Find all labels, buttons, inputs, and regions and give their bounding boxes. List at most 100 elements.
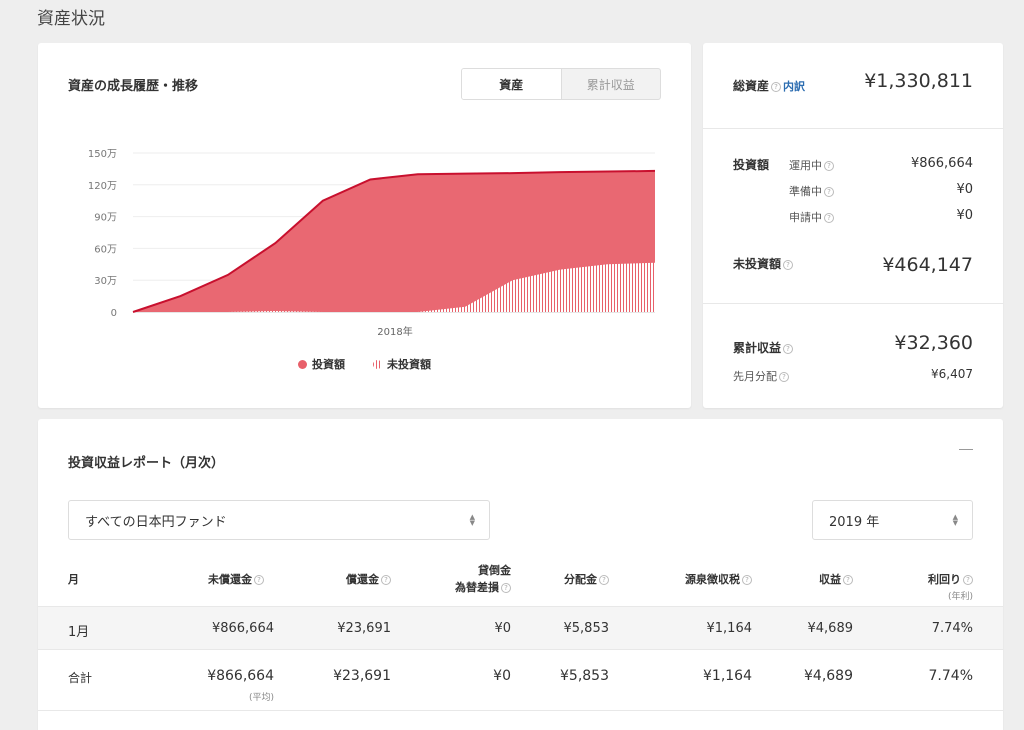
report-title: 投資収益レポート（月次） [68,456,225,471]
divider [703,128,1003,129]
y-tick-label: 0 [111,308,117,319]
legend-label: 未投資額 [387,358,431,371]
legend-dot-icon [298,359,307,369]
select-arrows-icon: ▲ ▼ [952,513,958,527]
help-icon[interactable]: ? [771,81,782,92]
total-redemption: ¥23,691 [333,668,391,684]
col-redemption: 償還金? [346,571,391,587]
x-axis-label: 2018年 [377,325,412,338]
asset-area-chart: 0 30万 60万 90万 120万 150万 2018年 [88,149,656,338]
help-icon[interactable]: ? [783,259,794,270]
running-label-text: 運用中 [789,159,822,172]
col-yield: 利回り? [928,571,973,587]
help-icon[interactable]: ? [963,575,973,585]
col-withholding-text: 源泉徴収税 [685,573,740,586]
y-tick-label: 120万 [88,181,117,192]
uninvested-row: 未投資額? [733,255,794,272]
running-label: 運用中? [789,157,834,173]
cell-bad-debt: ¥0 [494,621,511,636]
divider [38,710,1003,711]
help-icon[interactable]: ? [824,187,834,197]
applying-value: ¥0 [956,208,973,223]
total-label: 合計 [68,671,93,685]
help-icon[interactable]: ? [742,575,752,585]
legend-uninvested: 未投資額 [373,356,431,372]
y-tick-label: 30万 [94,276,117,287]
help-icon[interactable]: ? [381,575,391,585]
col-month: 月 [68,573,79,586]
divider [703,303,1003,304]
year-select-value: 2019 年 [829,514,880,530]
monthly-report-card: 投資収益レポート（月次） すべての日本円ファンド ▲ ▼ 2019 年 ▲ ▼ 月 … [38,419,1003,730]
help-icon[interactable]: ? [254,575,264,585]
last-month-label: 先月分配 [733,370,777,383]
total-outstanding-note: (平均) [248,693,274,703]
legend-label: 投資額 [312,358,345,371]
collapse-icon[interactable] [959,449,973,450]
preparing-value: ¥0 [956,182,973,197]
col-distribution: 分配金? [564,571,609,587]
fund-select-value: すべての日本円ファンド [85,514,227,530]
running-value: ¥866,664 [910,156,973,171]
cell-withholding: ¥1,164 [706,621,753,636]
last-month-row: 先月分配? [733,368,789,384]
legend-stripe-icon [373,359,382,369]
col-distribution-text: 分配金 [564,573,597,586]
col-profit-text: 収益 [819,573,841,586]
chart-legend: 投資額 未投資額 [38,356,691,372]
col-redemption-text: 償還金 [346,573,379,586]
help-icon[interactable]: ? [501,583,511,593]
select-arrows-icon: ▲ ▼ [469,513,475,527]
table-row [38,606,1003,650]
cell-distribution: ¥5,853 [563,621,610,636]
total-assets-value: ¥1,330,811 [864,70,973,92]
y-tick-label: 150万 [88,149,117,160]
col-bad-debt-text: 貸倒金 [478,564,511,577]
preparing-label-text: 準備中 [789,185,822,198]
invested-label-text: 投資額 [733,158,770,172]
cumulative-row: 累計収益? [733,339,794,356]
applying-label-text: 申請中 [789,211,822,224]
invested-label: 投資額 [733,156,769,173]
asset-chart-card: 資産の成長履歴・推移 資産 累計収益 0 30万 60万 90万 120万 150万 20… [38,43,691,408]
cumulative-label: 累計収益 [733,341,782,355]
y-tick-label: 60万 [94,244,117,255]
help-icon[interactable]: ? [843,575,853,585]
applying-label: 申請中? [789,209,834,225]
last-month-value: ¥6,407 [931,367,973,381]
col-profit: 収益? [819,571,853,587]
uninvested-label: 未投資額 [733,257,782,271]
cell-outstanding: ¥866,664 [211,621,274,636]
cumulative-value: ¥32,360 [894,332,973,354]
total-outstanding: ¥866,664 [207,668,274,684]
cell-month: 1月 [68,625,90,640]
col-outstanding: 未償還金? [208,571,264,587]
y-tick-label: 90万 [94,213,117,224]
help-icon[interactable]: ? [824,161,834,171]
year-select[interactable]: 2019 年 ▲ ▼ [812,500,973,540]
cell-profit: ¥4,689 [807,621,854,636]
cell-redemption: ¥23,691 [337,621,391,636]
total-assets-label: 総資産 [733,79,770,93]
col-yield-text: 利回り [928,573,961,586]
help-icon[interactable]: ? [779,372,789,382]
total-distribution: ¥5,853 [560,668,609,684]
total-bad-debt: ¥0 [493,668,511,684]
total-yield: 7.74% [928,668,973,684]
help-icon[interactable]: ? [599,575,609,585]
col-outstanding-text: 未償還金 [208,573,252,586]
uninvested-value: ¥464,147 [882,254,973,276]
col-yield-note: (年利) [947,592,973,602]
legend-invested: 投資額 [298,356,345,372]
preparing-label: 準備中? [789,183,834,199]
help-icon[interactable]: ? [783,343,794,354]
help-icon[interactable]: ? [824,213,834,223]
total-profit: ¥4,689 [804,668,853,684]
asset-summary-card: 総資産? 内訳 ¥1,330,811 投資額 運用中? ¥866,664 準備中?… [703,43,1003,408]
col-withholding: 源泉徴収税? [685,571,752,587]
fund-select[interactable]: すべての日本円ファンド ▲ ▼ [68,500,490,540]
col-bad-debt: 貸倒金為替差損? [455,562,511,596]
col-fx-loss-text: 為替差損 [455,581,499,594]
total-withholding: ¥1,164 [703,668,752,684]
breakdown-link[interactable]: 内訳 [783,80,805,93]
